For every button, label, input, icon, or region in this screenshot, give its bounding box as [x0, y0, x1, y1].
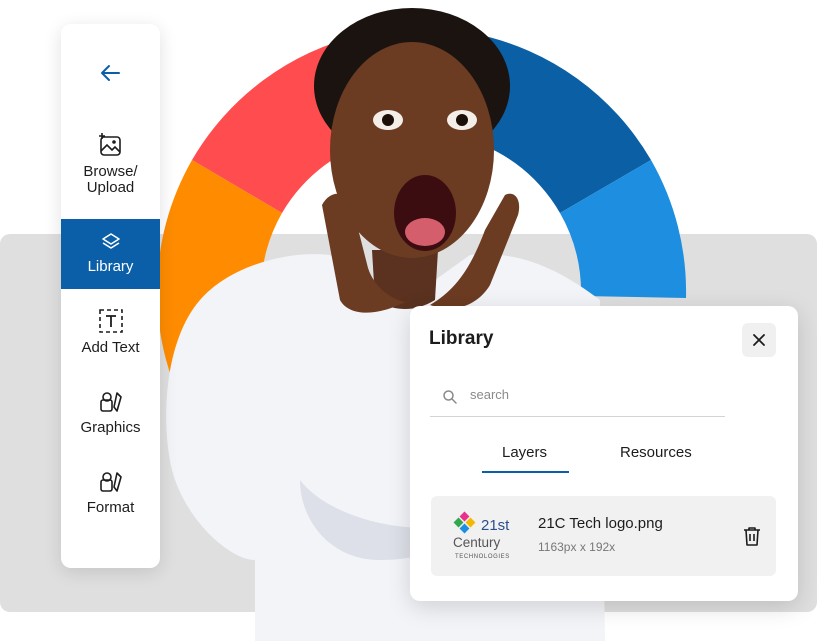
active-tab-indicator [482, 471, 569, 473]
sidebar-item-label: Graphics [80, 419, 141, 436]
sidebar-item-add-text[interactable]: Add Text [61, 308, 160, 360]
file-thumbnail: 21st Century TECHNOLOGIES [453, 511, 510, 560]
search-field [430, 378, 725, 417]
library-panel: Library Layers Resources [410, 306, 798, 601]
sidebar-item-browse-upload[interactable]: Browse/ Upload [61, 132, 160, 202]
left-pupil [382, 114, 394, 126]
shapes-icon [99, 392, 122, 412]
close-icon [753, 334, 765, 346]
sidebar-item-label: Format [86, 499, 135, 516]
file-name: 21C Tech logo.png [538, 515, 663, 532]
file-dimensions: 1163px x 192x [538, 540, 616, 554]
stage: Browse/ Upload Library Add Text Graphics… [0, 0, 828, 641]
arrow-left-icon[interactable] [99, 63, 121, 83]
sidebar-item-format[interactable]: Format [61, 470, 160, 522]
sidebar-item-label: Upload [86, 179, 135, 196]
thumb-text-technologies: TECHNOLOGIES [455, 554, 510, 560]
format-shapes-icon [99, 472, 122, 492]
library-title: Library [429, 328, 494, 349]
trash-icon[interactable] [741, 525, 763, 547]
thumb-text-century: Century [453, 535, 501, 550]
layers-icon [101, 233, 120, 249]
sidebar-item-library[interactable]: Library [61, 219, 160, 289]
list-item[interactable]: 21st Century TECHNOLOGIES 21C Tech logo.… [431, 496, 776, 576]
tab-resources[interactable]: Resources [620, 444, 692, 461]
thumb-text-21st: 21st [481, 517, 510, 534]
search-input[interactable] [468, 386, 712, 403]
logo-mark [453, 511, 476, 534]
right-pupil [456, 114, 468, 126]
sidebar-item-label: Browse/ [83, 163, 138, 180]
close-button[interactable] [742, 323, 776, 357]
sidebar-item-label: Add Text [81, 339, 140, 356]
sidebar-item-label: Library [87, 258, 134, 275]
tab-layers[interactable]: Layers [502, 444, 547, 461]
tongue [405, 218, 445, 246]
text-box-icon [98, 309, 123, 333]
image-add-icon [98, 133, 121, 156]
sidebar-item-graphics[interactable]: Graphics [61, 390, 160, 442]
search-icon [443, 390, 457, 404]
